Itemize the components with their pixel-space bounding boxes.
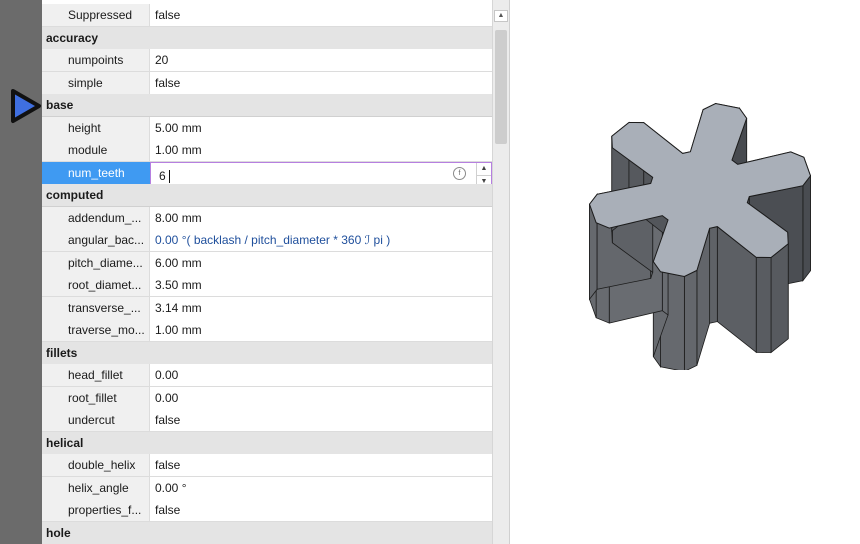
property-value[interactable]: 0.00 bbox=[150, 364, 492, 386]
fx-icon[interactable]: f bbox=[453, 166, 466, 180]
property-row[interactable]: properties_f... false bbox=[42, 499, 492, 522]
property-name: traverse_mo... bbox=[42, 319, 150, 341]
property-row[interactable]: root_fillet 0.00 bbox=[42, 386, 492, 410]
property-row[interactable]: helix_angle 0.00 ° bbox=[42, 476, 492, 500]
gear-side-face bbox=[755, 256, 772, 353]
property-name: angular_bac... bbox=[42, 229, 150, 251]
property-row[interactable]: numpoints 20 bbox=[42, 49, 492, 72]
property-row[interactable]: angular_bac... 0.00 °( backlash / pitch_d… bbox=[42, 229, 492, 252]
property-row[interactable]: double_helix false bbox=[42, 454, 492, 477]
property-value[interactable]: false bbox=[150, 499, 492, 521]
property-name: undercut bbox=[42, 409, 150, 431]
property-name: simple bbox=[42, 71, 150, 94]
property-value[interactable]: false bbox=[150, 4, 492, 26]
property-scrollbar[interactable]: ▲ bbox=[492, 0, 510, 544]
text-caret bbox=[169, 169, 170, 183]
property-row[interactable]: height 5.00 mm bbox=[42, 116, 492, 140]
property-row[interactable]: undercut false bbox=[42, 409, 492, 432]
property-value[interactable]: 1.00 mm bbox=[150, 319, 492, 341]
property-value[interactable]: 3.14 mm bbox=[150, 296, 492, 319]
gear-side-face bbox=[770, 242, 789, 354]
scroll-up-arrow-icon[interactable]: ▲ bbox=[494, 10, 508, 22]
property-row[interactable]: addendum_... 8.00 mm bbox=[42, 206, 492, 230]
property-row[interactable]: pitch_diame... 6.00 mm bbox=[42, 251, 492, 275]
property-editor-panel: Suppressed false accuracy numpoints 20 simple… bbox=[42, 0, 492, 544]
gear-side-face bbox=[683, 269, 698, 370]
panel-divider bbox=[509, 0, 510, 544]
property-name: pitch_diame... bbox=[42, 251, 150, 274]
property-name: Suppressed bbox=[42, 4, 150, 26]
group-header-hole[interactable]: hole bbox=[42, 521, 492, 544]
property-name: helix_angle bbox=[42, 476, 150, 499]
property-row[interactable]: simple false bbox=[42, 71, 492, 95]
gear-side-face bbox=[802, 174, 811, 282]
property-name: properties_f... bbox=[42, 499, 150, 521]
property-name: addendum_... bbox=[42, 206, 150, 229]
property-name: numpoints bbox=[42, 49, 150, 71]
left-dock-strip bbox=[0, 0, 42, 544]
property-name: module bbox=[42, 139, 150, 161]
spin-up-icon[interactable]: ▲ bbox=[477, 163, 491, 175]
scroll-thumb[interactable] bbox=[495, 30, 507, 144]
property-row[interactable]: Suppressed false bbox=[42, 4, 492, 27]
property-name: root_fillet bbox=[42, 386, 150, 409]
property-name: head_fillet bbox=[42, 364, 150, 386]
property-row[interactable]: num_teeth 6 f ▲ ▼ bbox=[42, 161, 492, 189]
property-name: double_helix bbox=[42, 454, 150, 476]
property-value[interactable]: 5.00 mm bbox=[150, 116, 492, 139]
property-name: num_teeth bbox=[42, 161, 150, 184]
property-value[interactable]: 0.00 bbox=[150, 386, 492, 409]
property-value[interactable]: 6.00 mm bbox=[150, 251, 492, 274]
property-name: root_diamet... bbox=[42, 274, 150, 296]
property-name: transverse_... bbox=[42, 296, 150, 319]
property-name: height bbox=[42, 116, 150, 139]
group-header-fillets[interactable]: fillets bbox=[42, 341, 492, 365]
property-row[interactable]: transverse_... 3.14 mm bbox=[42, 296, 492, 320]
property-value[interactable]: 8.00 mm bbox=[150, 206, 492, 229]
property-value[interactable]: 0.00 °( backlash / pitch_diameter * 360 … bbox=[150, 229, 492, 251]
group-header-computed[interactable]: computed bbox=[42, 184, 492, 207]
play-arrow-icon bbox=[11, 89, 41, 123]
num-teeth-value: 6 bbox=[159, 168, 166, 183]
property-value[interactable]: 0.00 ° bbox=[150, 476, 492, 499]
group-header-helical[interactable]: helical bbox=[42, 431, 492, 455]
group-header-base[interactable]: base bbox=[42, 94, 492, 117]
property-row[interactable]: head_fillet 0.00 bbox=[42, 364, 492, 387]
group-header-accuracy[interactable]: accuracy bbox=[42, 26, 492, 50]
property-row[interactable]: module 1.00 mm bbox=[42, 139, 492, 162]
property-value[interactable]: 1.00 mm bbox=[150, 139, 492, 161]
property-row[interactable]: traverse_mo... 1.00 mm bbox=[42, 319, 492, 342]
property-value[interactable]: 20 bbox=[150, 49, 492, 71]
property-value[interactable]: 3.50 mm bbox=[150, 274, 492, 296]
gear-side-face bbox=[709, 226, 718, 324]
gear-model-icon[interactable] bbox=[560, 60, 850, 370]
property-value[interactable]: false bbox=[150, 71, 492, 94]
property-value[interactable]: false bbox=[150, 409, 492, 431]
property-row[interactable]: root_diamet... 3.50 mm bbox=[42, 274, 492, 297]
property-value[interactable]: false bbox=[150, 454, 492, 476]
